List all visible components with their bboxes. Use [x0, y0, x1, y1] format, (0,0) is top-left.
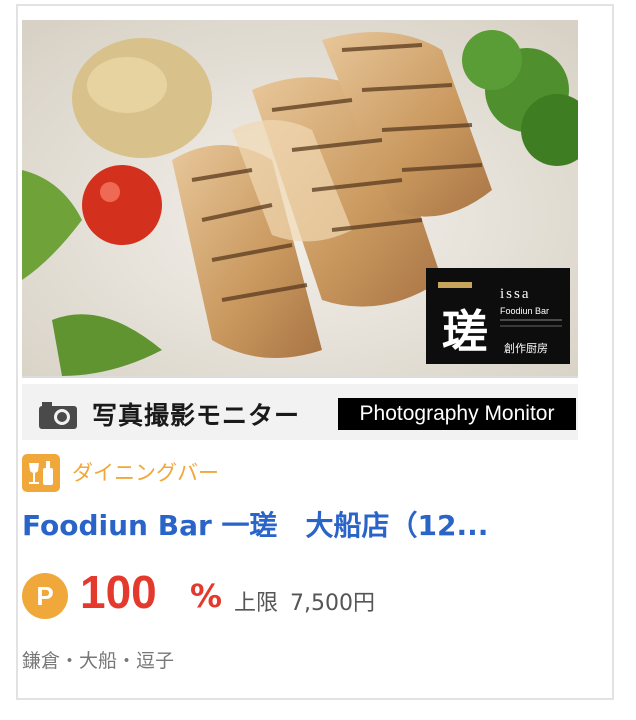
- genre-row: ダイニングバー: [22, 452, 562, 492]
- points-row: P 100 % 上限 7,500円: [22, 565, 578, 625]
- points-percent-sign: %: [190, 577, 223, 615]
- banner-jp-text: 写真撮影モニター: [92, 401, 301, 430]
- area-label: 鎌倉・大船・逗子: [22, 650, 175, 672]
- issa-logo: 瑳 issa Foodiun Bar 創作厨房: [426, 268, 570, 364]
- points-limit-value: 7,500円: [290, 591, 375, 616]
- svg-text:創作厨房: 創作厨房: [504, 341, 548, 355]
- photography-monitor-banner: 写真撮影モニター Photography Monitor: [22, 376, 578, 442]
- wine-glass-icon: [22, 454, 60, 492]
- points-percent-value: 100: [80, 566, 157, 618]
- svg-text:issa: issa: [500, 286, 531, 302]
- shop-name-link[interactable]: Foodiun Bar 一瑳 大船店（12...: [22, 504, 578, 544]
- food-image: 瑳 issa Foodiun Bar 創作厨房: [22, 20, 578, 376]
- svg-text:瑳: 瑳: [442, 305, 488, 359]
- banner-en-text: Photography Monitor: [338, 398, 576, 430]
- points-limit-label: 上限: [234, 591, 279, 616]
- camera-icon: [39, 402, 77, 429]
- points-badge-icon: P: [22, 573, 68, 619]
- genre-label: ダイニングバー: [72, 461, 219, 485]
- svg-text:Foodiun Bar: Foodiun Bar: [500, 306, 549, 316]
- banner-strip: 写真撮影モニター Photography Monitor: [22, 384, 578, 440]
- restaurant-photo[interactable]: 瑳 issa Foodiun Bar 創作厨房: [22, 20, 578, 376]
